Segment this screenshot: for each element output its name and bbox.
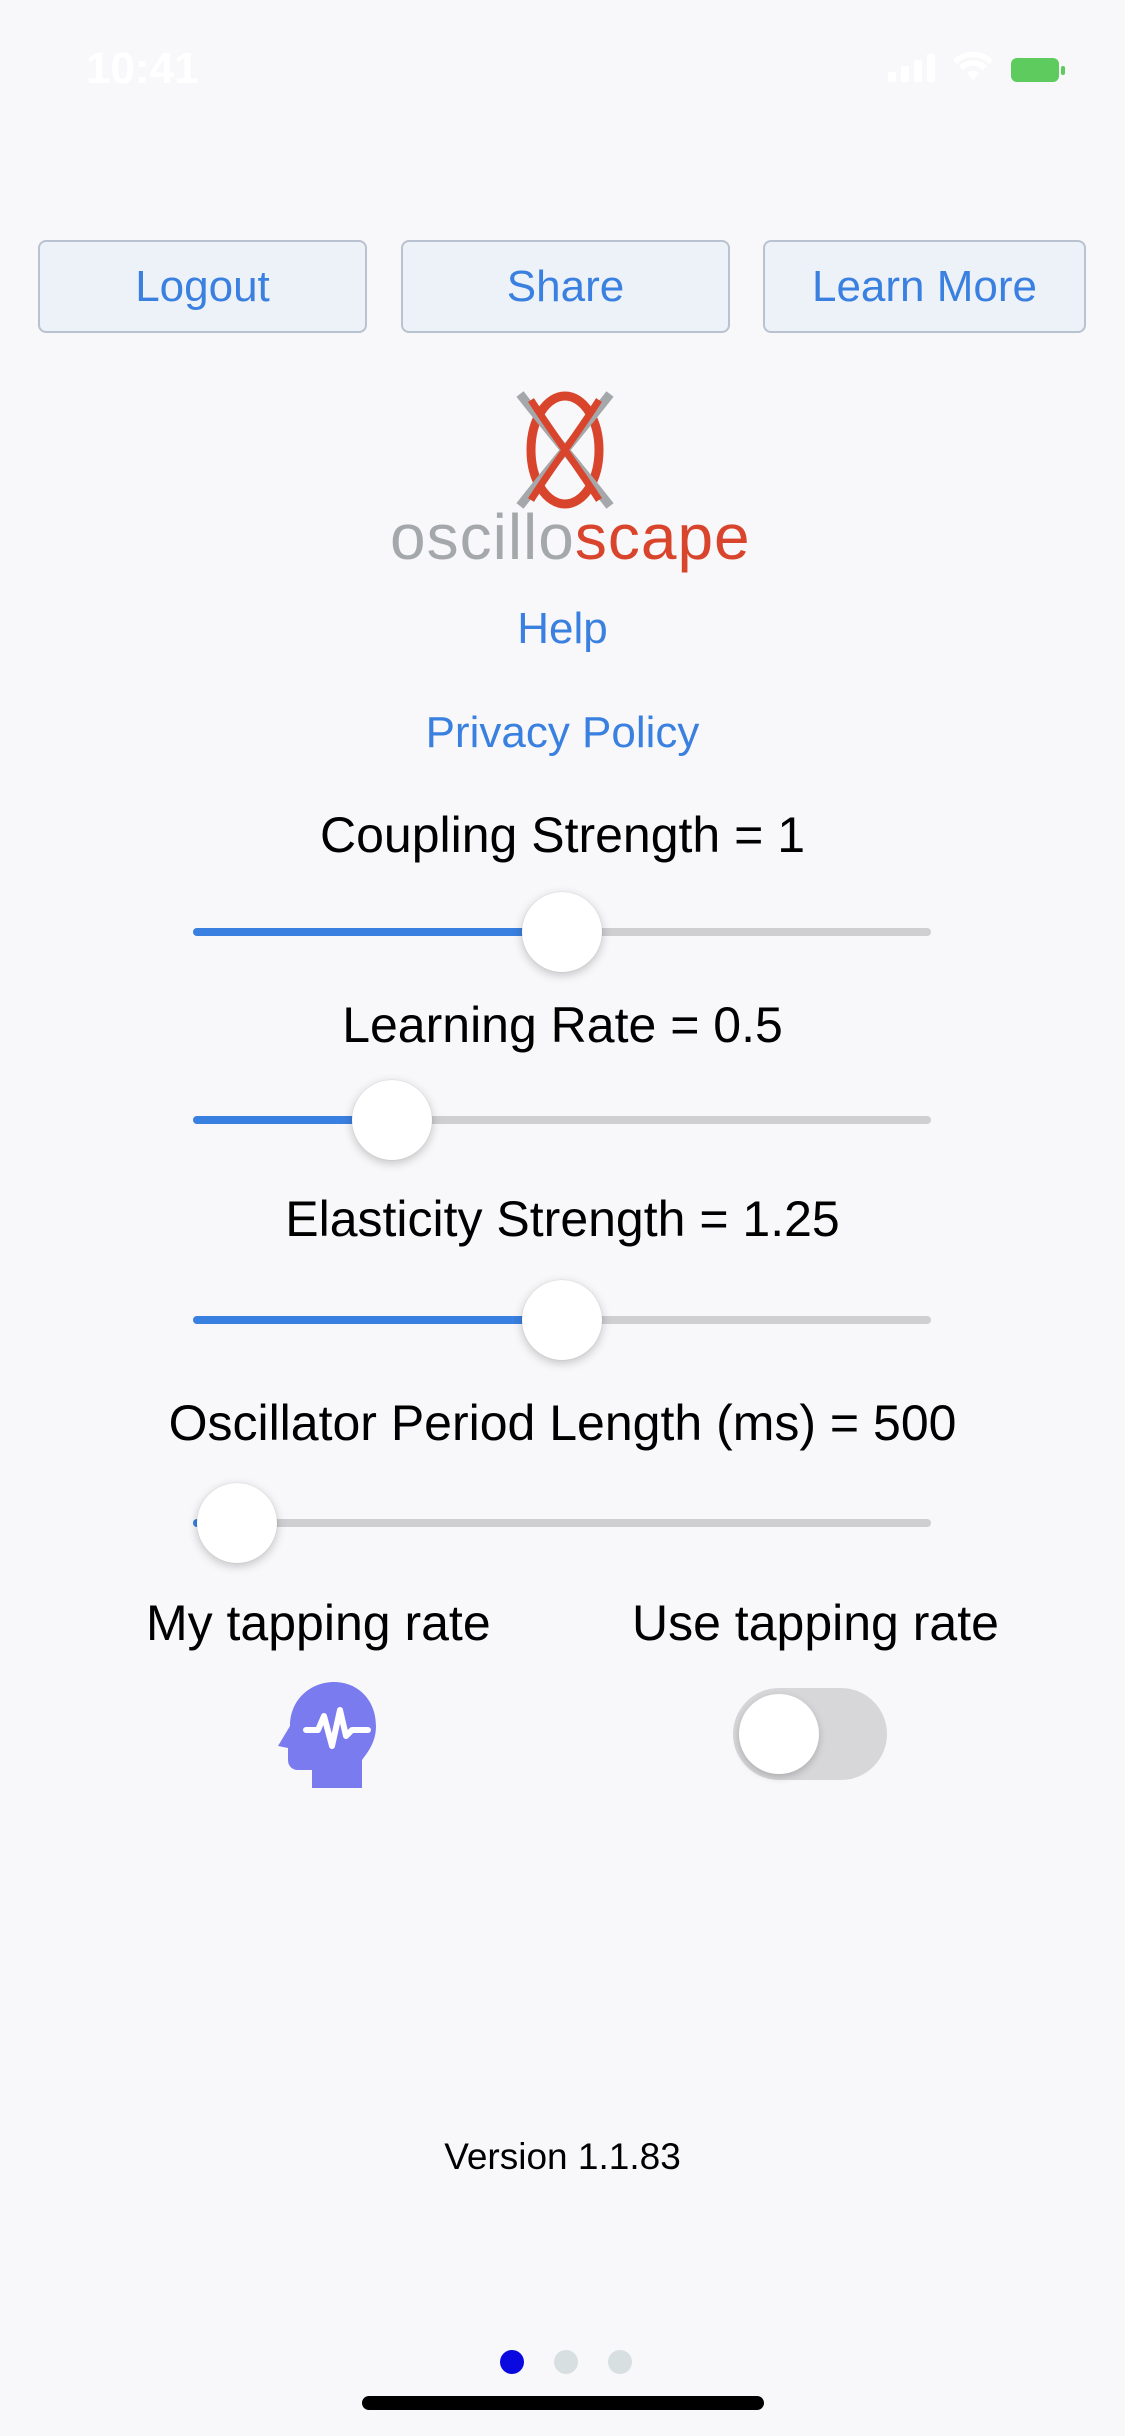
privacy-policy-link[interactable]: Privacy Policy [0, 708, 1125, 758]
slider-thumb[interactable] [522, 1280, 602, 1360]
status-time: 10:41 [86, 44, 199, 93]
slider-thumb[interactable] [197, 1483, 277, 1563]
use-tapping-rate-label: Use tapping rate [632, 1595, 999, 1651]
toggle-knob[interactable] [739, 1694, 819, 1774]
oscillator-period-slider[interactable] [193, 1483, 931, 1563]
home-indicator[interactable] [362, 2396, 764, 2410]
page-dot[interactable] [554, 2350, 578, 2374]
slider-fill [193, 1316, 562, 1324]
cellular-signal-icon [888, 52, 935, 82]
version-label: Version 1.1.83 [444, 2136, 681, 2177]
use-tapping-rate-toggle[interactable] [733, 1688, 887, 1780]
oscilloscape-logo: oscilloscape [390, 390, 750, 573]
settings-screen: 10:41 Logout Share Learn More oscillosca… [0, 0, 1125, 2436]
slider-track [193, 1519, 931, 1527]
elasticity-strength-slider[interactable] [193, 1280, 931, 1360]
slider-thumb[interactable] [352, 1080, 432, 1160]
coupling-strength-label: Coupling Strength = 1 [319, 807, 806, 863]
brain-wave-head-icon[interactable] [272, 1680, 376, 1788]
slider-fill [193, 928, 562, 936]
oscillator-period-label: Oscillator Period Length (ms) = 500 [168, 1395, 957, 1451]
coupling-strength-slider[interactable] [193, 892, 931, 972]
learning-rate-label: Learning Rate = 0.5 [342, 997, 783, 1053]
page-indicator[interactable] [500, 2350, 632, 2374]
battery-icon [1011, 58, 1065, 82]
elasticity-strength-label: Elasticity Strength = 1.25 [285, 1191, 840, 1247]
page-dot[interactable] [608, 2350, 632, 2374]
logo-word-left: oscillo [390, 501, 575, 573]
slider-thumb[interactable] [522, 892, 602, 972]
oscillator-logo-icon [516, 391, 614, 509]
logo-wordmark: oscilloscape [390, 500, 750, 574]
learn-more-button[interactable]: Learn More [763, 240, 1086, 333]
my-tapping-rate-label: My tapping rate [146, 1595, 491, 1651]
learning-rate-slider[interactable] [193, 1080, 931, 1160]
logo-word-right: scape [574, 501, 751, 573]
wifi-icon [953, 52, 993, 80]
help-link[interactable]: Help [0, 604, 1125, 654]
logout-button[interactable]: Logout [38, 240, 367, 333]
status-icons [888, 52, 1065, 82]
share-button[interactable]: Share [401, 240, 730, 333]
page-dot[interactable] [500, 2350, 524, 2374]
